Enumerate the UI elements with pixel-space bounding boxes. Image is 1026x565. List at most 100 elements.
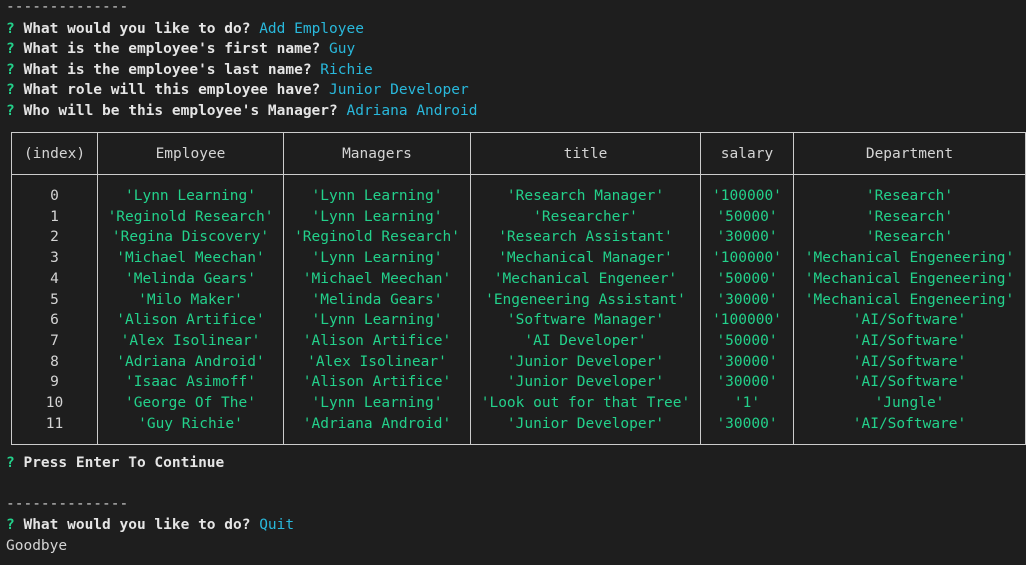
cell-title: 'Junior Developer' [470, 413, 701, 435]
cell-title: 'Junior Developer' [470, 351, 701, 373]
cell-index: 1 [11, 206, 98, 228]
cell-title: 'Junior Developer' [470, 372, 701, 394]
cell-title: 'Mechanical Engeneer' [470, 268, 701, 290]
cell-salary: '50000' [700, 268, 794, 290]
table-row: 3 'Michael Meechan' 'Lynn Learning' 'Mechan… [11, 248, 1026, 269]
table-row: 7 'Alex Isolinear' 'Alison Artifice' 'AI De… [11, 330, 1026, 352]
prompt-line-first-name: ? What is the employee's first name? Guy [6, 39, 355, 59]
prompt-question: What is the employee's first name? [23, 41, 321, 57]
cell-salary: '100000' [700, 186, 794, 207]
cell-index: 10 [11, 393, 98, 414]
cell-manager: 'Lynn Learning' [283, 393, 471, 414]
question-mark-icon: ? [6, 62, 15, 78]
cell-title: 'Researcher' [470, 206, 701, 228]
cell-title: 'AI Developer' [470, 330, 701, 352]
cell-manager: 'Michael Meechan' [283, 268, 471, 290]
bottom-separator: -------------- [6, 496, 129, 512]
prompt-answer: Add Employee [259, 21, 364, 37]
table-body: 0 'Lynn Learning' 'Lynn Learning' 'Research… [11, 174, 1026, 446]
cell-title: 'Mechanical Manager' [470, 248, 701, 269]
press-enter-text: Press Enter To Continue [23, 455, 225, 471]
cell-manager: 'Lynn Learning' [283, 310, 471, 331]
table-row: 0 'Lynn Learning' 'Lynn Learning' 'Research… [11, 186, 1026, 207]
prompt-question: What would you like to do? [23, 21, 251, 37]
question-mark-icon: ? [6, 455, 15, 471]
cell-manager: 'Lynn Learning' [283, 248, 471, 269]
prompt-question: What role will this employee have? [23, 82, 321, 98]
cell-title: 'Research Manager' [470, 186, 701, 207]
cell-employee: 'Milo Maker' [97, 289, 284, 311]
cell-manager: 'Alex Isolinear' [283, 351, 471, 373]
cell-index: 4 [11, 268, 98, 290]
column-header-title: title [470, 132, 701, 175]
cell-salary: '100000' [700, 248, 794, 269]
cell-employee: 'Michael Meechan' [97, 248, 284, 269]
prompt-line-role: ? What role will this employee have? Jun… [6, 80, 469, 100]
cell-department: 'AI/Software' [793, 330, 1026, 352]
cell-index: 3 [11, 248, 98, 269]
prompt-answer: Adriana Android [346, 103, 478, 119]
cell-salary: '50000' [700, 206, 794, 228]
cell-index: 9 [11, 372, 98, 394]
cell-employee: 'Melinda Gears' [97, 268, 284, 290]
question-mark-icon: ? [6, 41, 15, 57]
cell-manager: 'Adriana Android' [283, 413, 471, 435]
cell-department: 'Research' [793, 186, 1026, 207]
column-header-employee: Employee [97, 132, 284, 175]
table-header-row: (index) Employee Managers title salary D… [11, 132, 1026, 175]
table-row: 5 'Milo Maker' 'Melinda Gears' 'Engeneering… [11, 289, 1026, 311]
prompt-answer: Guy [329, 41, 356, 57]
cell-department: 'Mechanical Engeneering' [793, 289, 1026, 311]
cell-title: 'Look out for that Tree' [470, 393, 701, 414]
cell-index: 6 [11, 310, 98, 331]
prompt-line-manager: ? Who will be this employee's Manager? A… [6, 101, 477, 121]
table-row: 6 'Alison Artifice' 'Lynn Learning' 'Softwa… [11, 310, 1026, 331]
prompt-answer: Richie [320, 62, 373, 78]
cell-employee: 'Guy Richie' [97, 413, 284, 435]
cell-manager: 'Reginold Research' [283, 227, 471, 249]
cell-department: 'Research' [793, 206, 1026, 228]
employee-table: (index) Employee Managers title salary D… [11, 132, 1026, 446]
table-row: 8 'Adriana Android' 'Alex Isolinear' 'Junio… [11, 351, 1026, 373]
prompt-answer: Quit [259, 517, 295, 533]
cell-salary: '30000' [700, 372, 794, 394]
cell-department: 'AI/Software' [793, 310, 1026, 331]
cell-department: 'AI/Software' [793, 413, 1026, 435]
table-row: 11 'Guy Richie' 'Adriana Android' 'Junior D… [11, 413, 1026, 435]
column-header-index: (index) [11, 132, 98, 175]
cell-manager: 'Lynn Learning' [283, 206, 471, 228]
cell-index: 0 [11, 186, 98, 207]
cell-department: 'Research' [793, 227, 1026, 249]
prompt-question: Who will be this employee's Manager? [23, 103, 338, 119]
table-row: 2 'Regina Discovery' 'Reginold Research' 'R… [11, 227, 1026, 249]
cell-employee: 'Isaac Asimoff' [97, 372, 284, 394]
cell-department: 'AI/Software' [793, 372, 1026, 394]
cell-index: 7 [11, 330, 98, 352]
cell-title: 'Software Manager' [470, 310, 701, 331]
cell-manager: 'Melinda Gears' [283, 289, 471, 311]
cell-index: 5 [11, 289, 98, 311]
cell-department: 'AI/Software' [793, 351, 1026, 373]
table-row: 1 'Reginold Research' 'Lynn Learning' 'Rese… [11, 206, 1026, 228]
cell-salary: '50000' [700, 330, 794, 352]
table-row: 10 'George Of The' 'Lynn Learning' 'Look ou… [11, 393, 1026, 414]
cell-department: 'Mechanical Engeneering' [793, 268, 1026, 290]
cell-employee: 'Alison Artifice' [97, 310, 284, 331]
question-mark-icon: ? [6, 21, 15, 37]
cell-manager: 'Alison Artifice' [283, 372, 471, 394]
prompt-line-final: ? What would you like to do? Quit [6, 515, 294, 535]
table-row: 9 'Isaac Asimoff' 'Alison Artifice' 'Junior… [11, 372, 1026, 394]
cell-employee: 'Reginold Research' [97, 206, 284, 228]
question-mark-icon: ? [6, 103, 15, 119]
top-separator: -------------- [6, 0, 129, 15]
goodbye-text: Goodbye [6, 538, 68, 554]
cell-employee: 'George Of The' [97, 393, 284, 414]
cell-salary: '30000' [700, 227, 794, 249]
prompt-question: What is the employee's last name? [23, 62, 312, 78]
cell-salary: '100000' [700, 310, 794, 331]
cell-index: 8 [11, 351, 98, 373]
column-header-managers: Managers [283, 132, 471, 175]
cell-salary: '30000' [700, 289, 794, 311]
cell-employee: 'Lynn Learning' [97, 186, 284, 207]
cell-title: 'Research Assistant' [470, 227, 701, 249]
